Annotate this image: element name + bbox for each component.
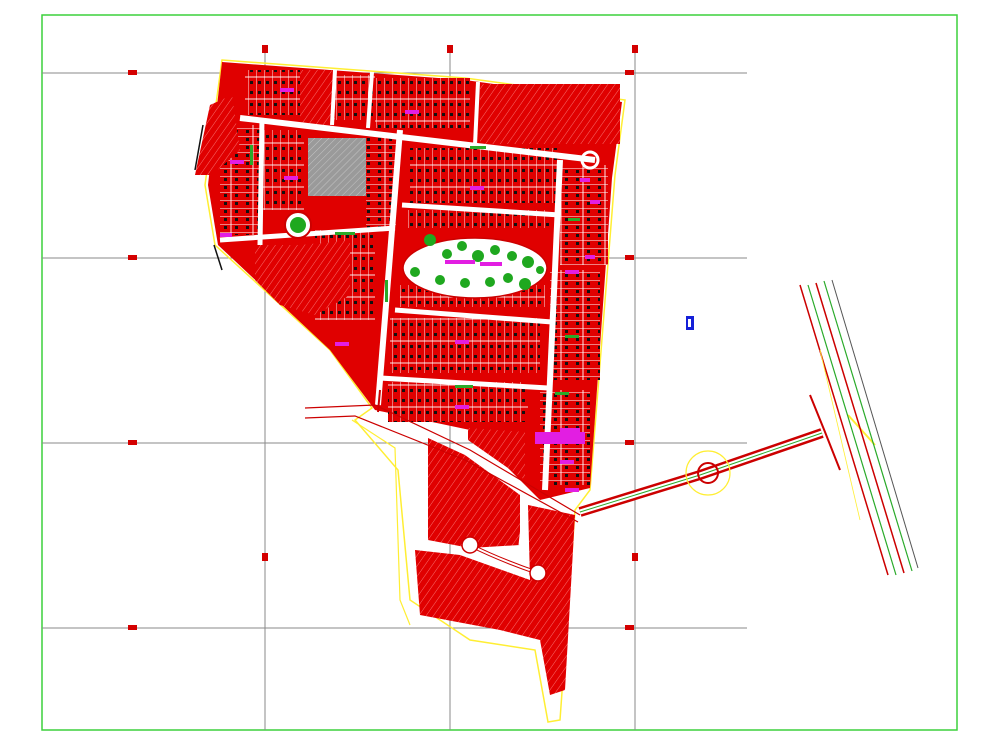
south-spine (518, 499, 527, 546)
block-north-3 (375, 78, 470, 128)
blue-marker-glyph (688, 319, 691, 327)
access-road (578, 394, 876, 517)
block-east-2 (550, 270, 600, 380)
block-north-1 (245, 70, 305, 115)
plaza-tree (290, 217, 306, 233)
block-west-2 (262, 130, 304, 210)
cul-de-sac-1 (461, 536, 479, 554)
cul-de-sac-2 (529, 564, 547, 582)
block-center-4 (390, 318, 540, 373)
plaza-gray (308, 138, 366, 196)
access-road-median (579, 430, 823, 515)
site-plan-canvas[interactable] (0, 0, 1000, 751)
block-center-1 (410, 148, 560, 203)
block-hatch-ne (480, 84, 620, 144)
road-west-vertical (257, 117, 265, 246)
block-hatch-nw (300, 70, 335, 125)
